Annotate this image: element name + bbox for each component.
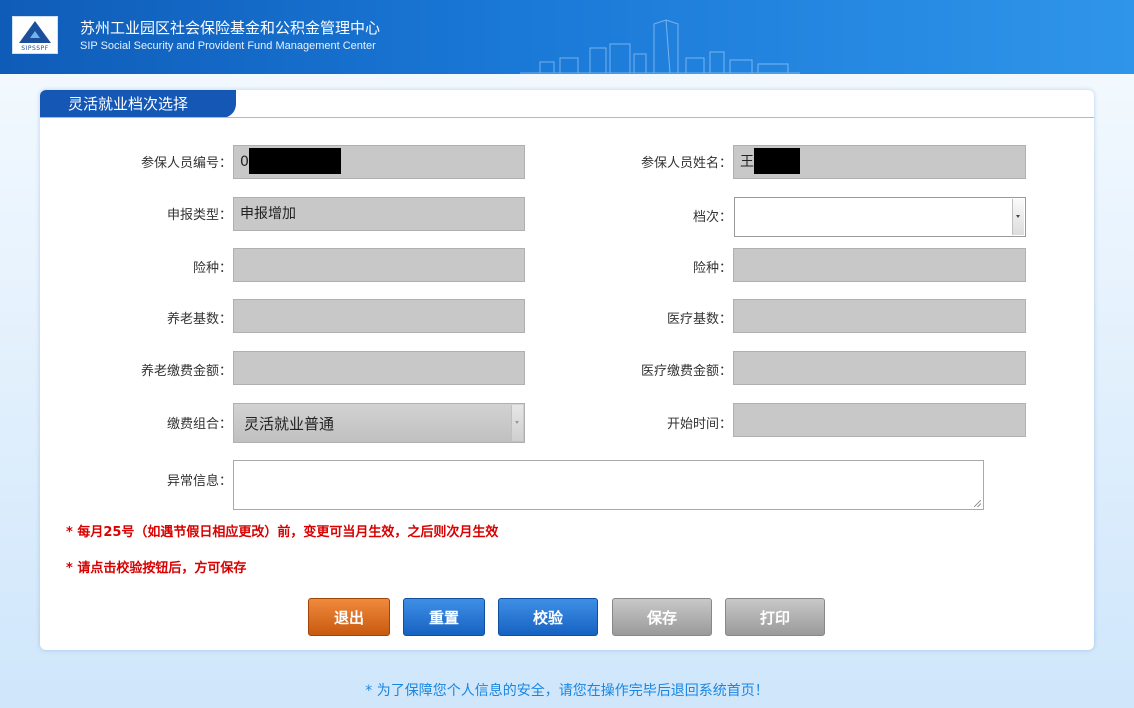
pension-base-field[interactable] [233,299,525,333]
exit-button[interactable]: 退出 [308,598,390,636]
insurance-type-field[interactable] [233,248,525,282]
pension-base-label: 养老基数： [166,312,232,327]
member-id-label: 参保人员编号： [140,156,232,171]
insurance-type-field-2[interactable] [733,248,1026,282]
app-header: SIPSSPF 苏州工业园区社会保险基金和公积金管理中心 SIP Social … [0,0,1134,74]
pension-amount-label: 养老缴费金额： [140,364,232,379]
validate-button[interactable]: 校验 [498,598,598,636]
report-type-field[interactable]: 申报增加 [233,197,525,231]
chevron-down-icon [1016,215,1020,218]
member-name-value: 王 [740,154,754,170]
payment-combo-dropdown-button[interactable] [511,405,523,441]
logo: SIPSSPF [12,16,58,54]
resize-handle-icon[interactable] [974,500,981,507]
payment-combo-value: 灵活就业普通 [244,415,335,433]
reset-button[interactable]: 重置 [403,598,485,636]
panel-title-divider [40,117,1094,118]
payment-combo-select[interactable]: 灵活就业普通 [233,403,525,443]
start-time-label: 开始时间： [666,417,732,432]
member-id-field[interactable]: 0 [233,145,525,179]
start-time-field[interactable] [733,403,1026,437]
report-type-label: 申报类型： [166,208,232,223]
medical-amount-label: 医疗缴费金额： [640,364,732,379]
member-name-field[interactable]: 王 [733,145,1026,179]
print-button[interactable]: 打印 [725,598,825,636]
insurance-type-label-2: 险种： [692,261,732,276]
pension-amount-field[interactable] [233,351,525,385]
security-footer-note: * 为了保障您个人信息的安全，请您在操作完毕后退回系统首页！ [365,683,769,699]
member-id-value: 0 [240,154,249,170]
grade-dropdown-button[interactable] [1012,199,1024,235]
city-skyline-icon [520,19,800,74]
validate-before-save-note: * 请点击校验按钮后，方可保存 [66,561,247,576]
medical-base-label: 医疗基数： [666,312,732,327]
member-name-label: 参保人员姓名： [640,156,732,171]
save-button[interactable]: 保存 [612,598,712,636]
redaction-block [754,147,800,174]
redaction-block [248,147,341,174]
chevron-down-icon [515,421,519,424]
exception-info-textarea[interactable] [233,460,984,510]
payment-combo-label: 缴费组合： [166,417,232,432]
exception-info-label: 异常信息： [166,474,232,489]
logo-peak-icon [30,31,40,38]
medical-base-field[interactable] [733,299,1026,333]
logo-text: SIPSSPF [21,45,49,52]
header-title-en: SIP Social Security and Provident Fund M… [80,40,376,52]
effective-date-note: * 每月25号（如遇节假日相应更改）前，变更可当月生效，之后则次月生效 [66,525,499,540]
medical-amount-field[interactable] [733,351,1026,385]
header-title-cn: 苏州工业园区社会保险基金和公积金管理中心 [80,19,381,37]
grade-label: 档次： [692,210,732,225]
panel-title: 灵活就业档次选择 [40,90,236,118]
grade-select[interactable] [734,197,1026,237]
insurance-type-label: 险种： [192,261,232,276]
